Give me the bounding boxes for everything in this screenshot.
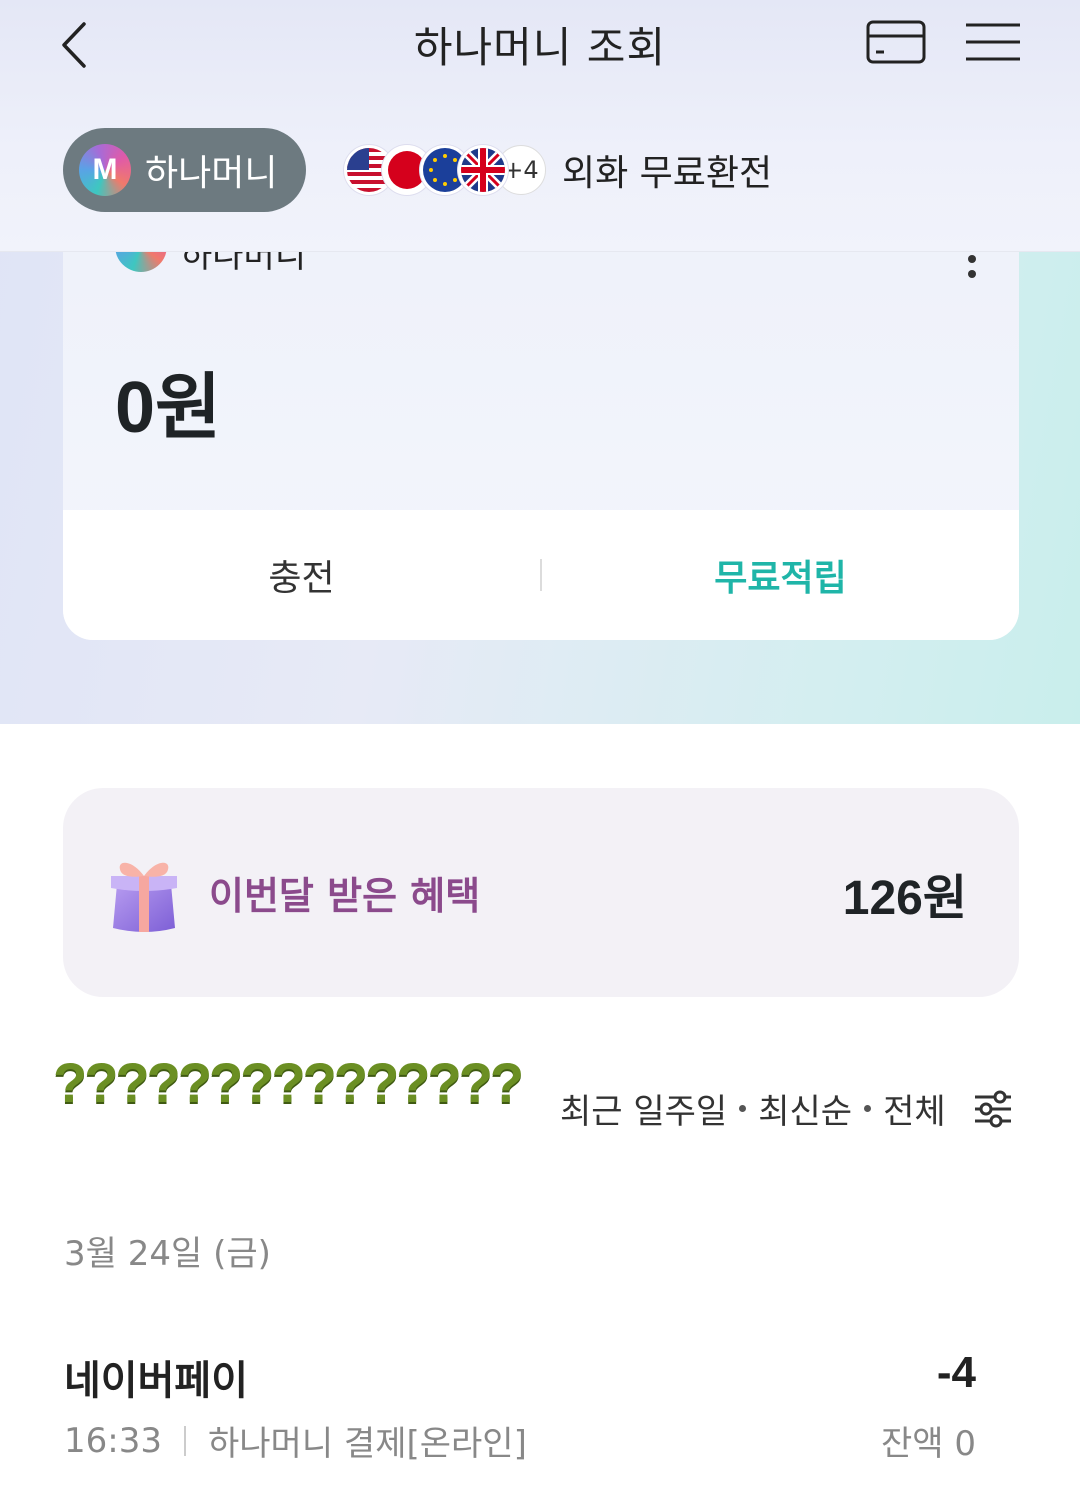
overlay-text: ??????????????? xyxy=(53,1051,524,1114)
fx-exchange-link[interactable]: +4 외화 무료환전 xyxy=(344,143,772,197)
filter-type: 전체 xyxy=(883,1092,946,1132)
transaction-row[interactable]: 네이버페이 -4 16:33 하나머니 결제[온라인] 잔액 0 xyxy=(64,1340,976,1470)
hanamoney-logo-icon: M xyxy=(79,144,131,196)
filter-period: 최근 일주일 xyxy=(560,1092,728,1132)
transaction-amount: -4 xyxy=(936,1348,976,1397)
free-earn-button[interactable]: 무료적립 xyxy=(542,549,1019,601)
benefit-label: 이번달 받은 혜택 xyxy=(209,874,481,918)
filter-sort: 최신순 xyxy=(758,1092,853,1132)
balance-amount: 0원 xyxy=(115,368,222,448)
meta-divider xyxy=(183,1425,186,1456)
charge-button[interactable]: 충전 xyxy=(63,549,540,601)
gift-icon xyxy=(103,850,185,936)
transaction-balance: 잔액 0 xyxy=(881,1424,976,1464)
card-button[interactable] xyxy=(866,20,926,64)
hanamoney-tab-label: 하나머니 xyxy=(145,153,278,194)
balance-card: 하나머니 0원 충전 무료적립 xyxy=(63,200,1019,640)
monthly-benefit-card[interactable]: 이번달 받은 혜택 126원 xyxy=(63,788,1019,997)
transaction-date-header: 3월 24일 (금) xyxy=(64,1234,271,1274)
transaction-filter[interactable]: 최근 일주일 최신순 전체 xyxy=(560,1084,1014,1133)
benefit-value: 126원 xyxy=(842,871,967,925)
transaction-time: 16:33 xyxy=(64,1420,162,1461)
filter-separator xyxy=(864,1105,872,1112)
hanamoney-tab[interactable]: M 하나머니 xyxy=(63,128,306,212)
hamburger-menu-icon xyxy=(966,23,1020,61)
menu-button[interactable] xyxy=(964,22,1022,62)
transaction-description: 하나머니 결제[온라인] xyxy=(207,1424,527,1464)
fx-exchange-label: 외화 무료환전 xyxy=(562,153,773,194)
transaction-meta: 16:33 하나머니 결제[온라인] xyxy=(64,1416,527,1465)
filter-separator xyxy=(739,1105,747,1112)
card-icon xyxy=(866,20,926,64)
filter-sliders-icon xyxy=(974,1090,1011,1127)
card-actions: 충전 무료적립 xyxy=(63,510,1019,640)
app-header: 하나머니 조회 M 하나머니 +4 외화 무료환전 xyxy=(0,0,1080,252)
transaction-merchant: 네이버페이 xyxy=(64,1358,248,1404)
uk-flag-icon xyxy=(458,145,508,195)
